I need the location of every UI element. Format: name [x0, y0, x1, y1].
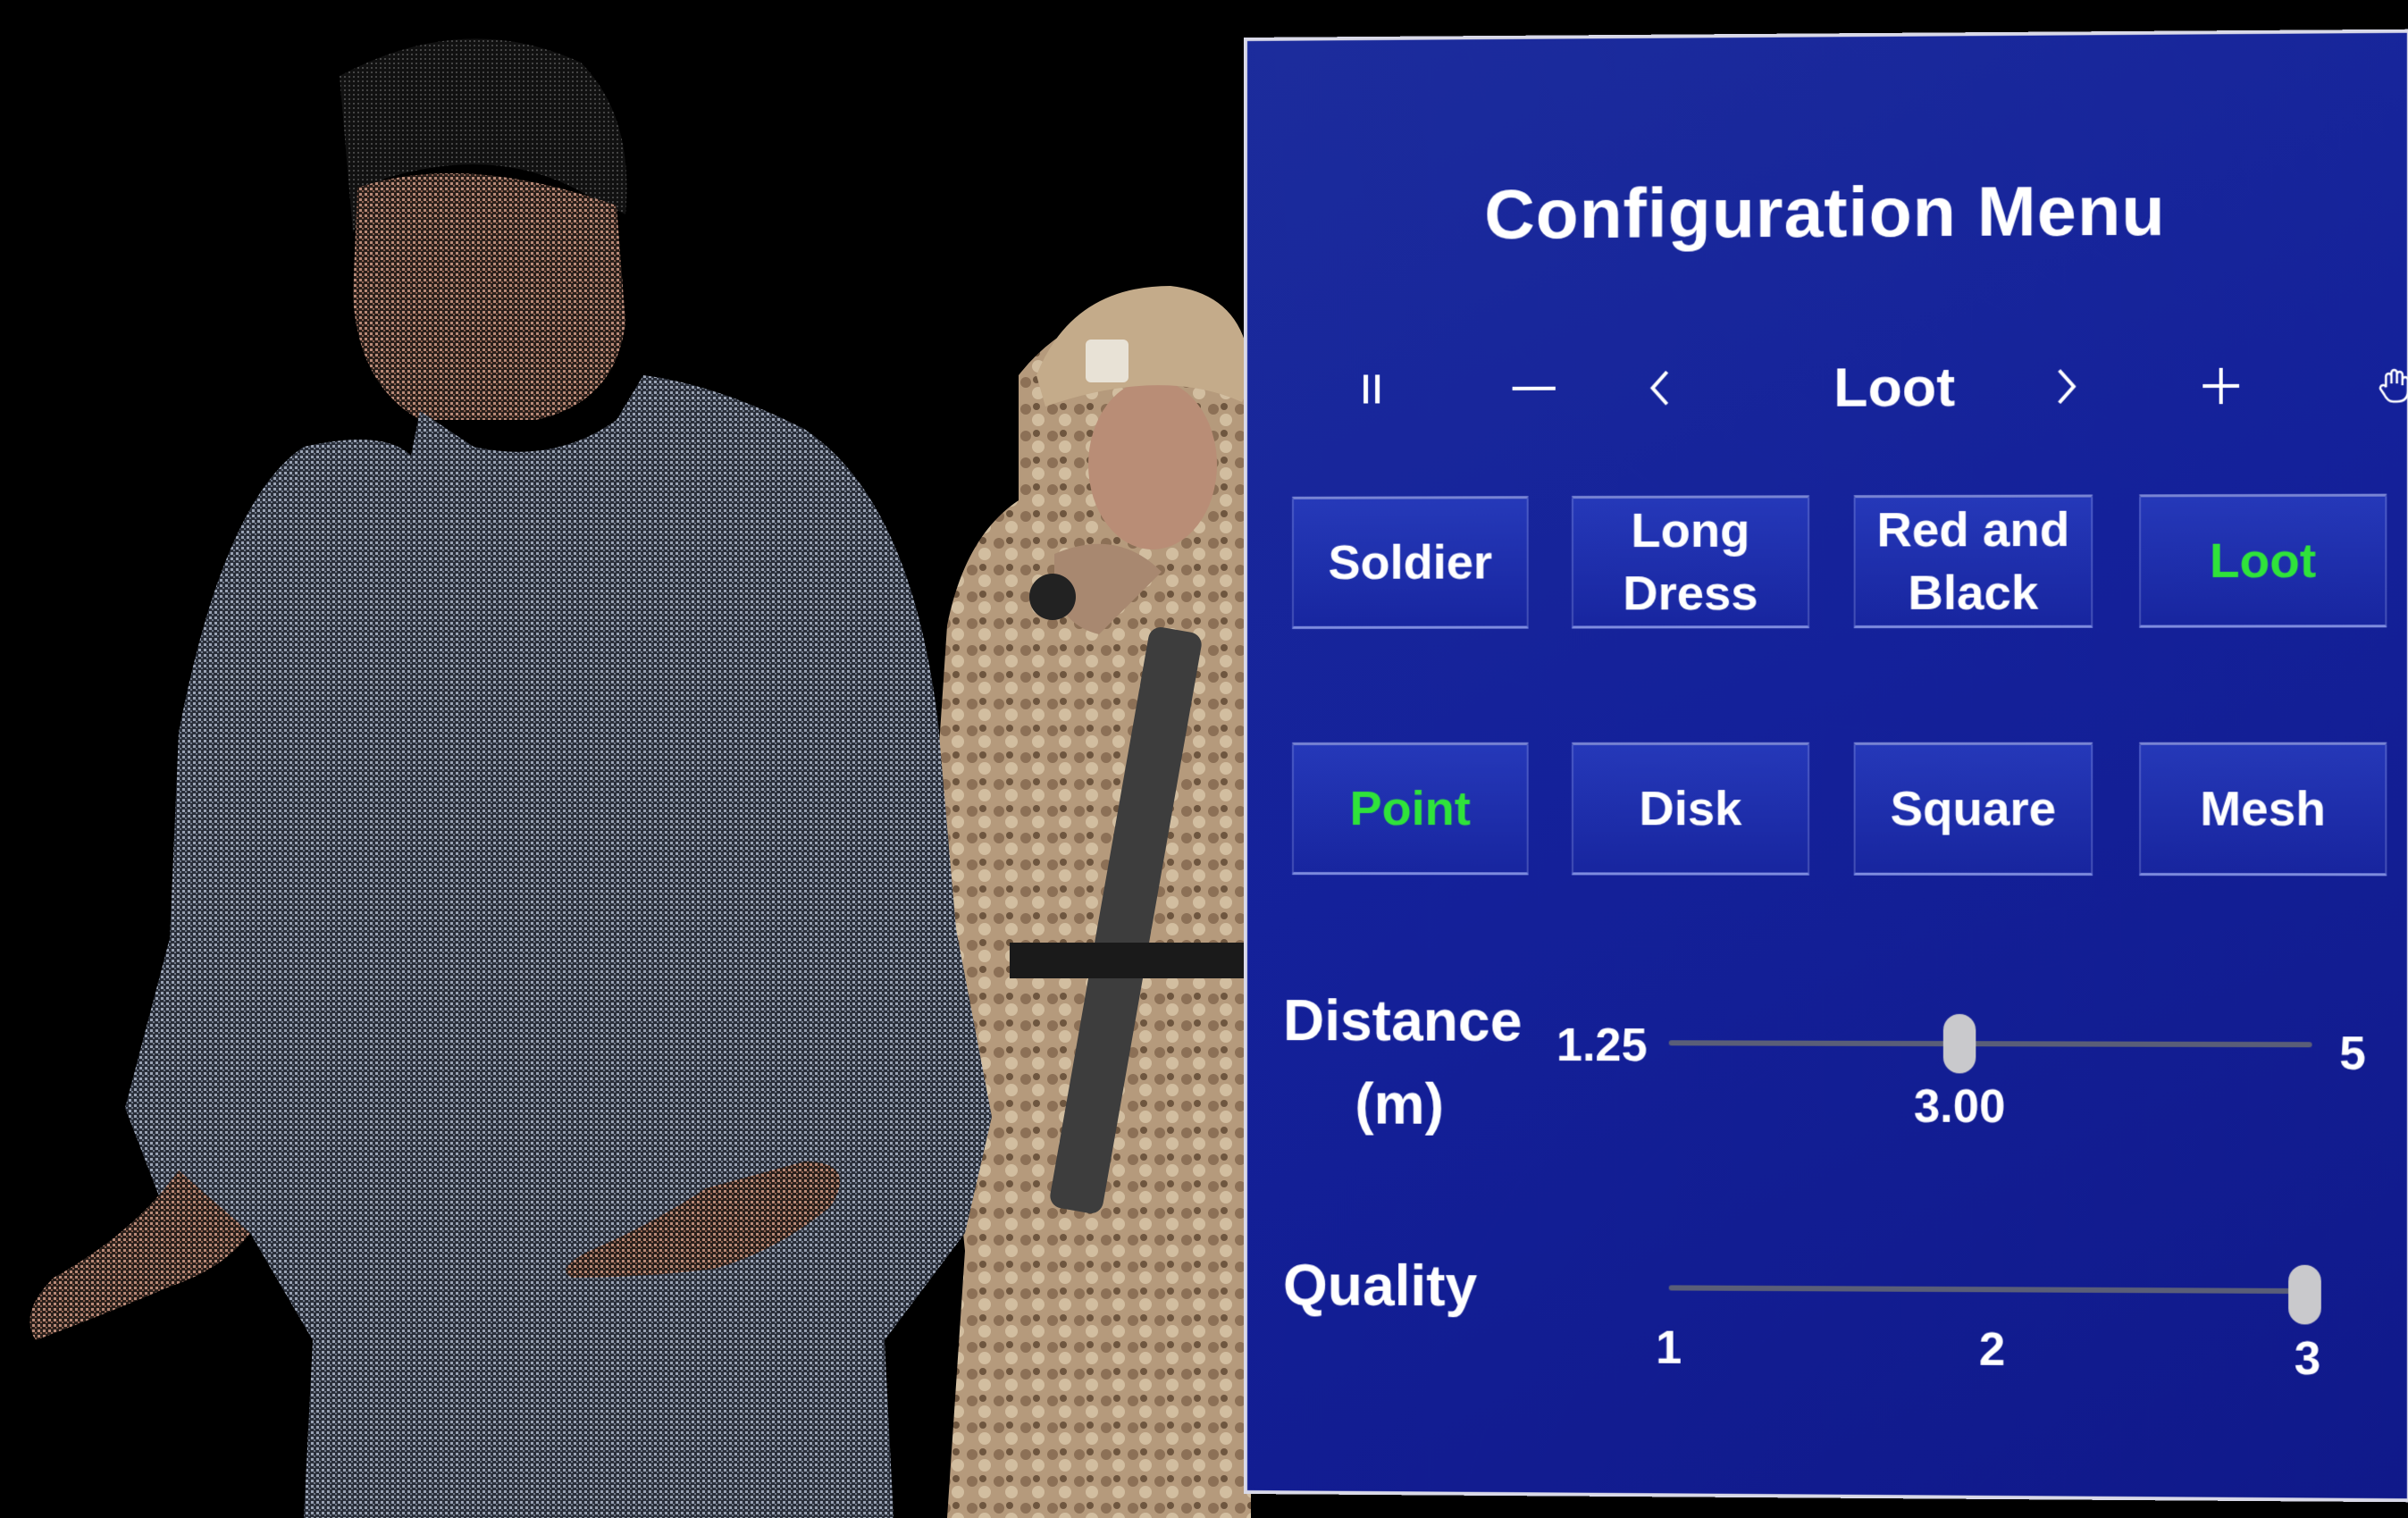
model-button-long-dress[interactable]: Long Dress [1571, 495, 1810, 629]
render-mode-button-disk[interactable]: Disk [1571, 742, 1810, 876]
render-mode-buttons-row: Point Disk Square Mesh [1291, 742, 2387, 878]
render-mode-button-mesh[interactable]: Mesh [2139, 742, 2387, 876]
model-button-red-and-black[interactable]: Red and Black [1853, 494, 2093, 629]
distance-label: Distance (m) [1282, 979, 1523, 1146]
distance-min-label: 1.25 [1556, 1019, 1648, 1072]
button-label-line2: Dress [1623, 566, 1758, 621]
panel-title: Configuration Menu [1484, 171, 2166, 254]
button-label: Mesh [2200, 782, 2326, 836]
quality-tick-label: 3 [2294, 1332, 2321, 1386]
model-buttons-row: Soldier Long Dress Red and Black Loot [1291, 493, 2387, 631]
distance-slider-track[interactable] [1668, 1040, 2312, 1048]
pause-button[interactable] [1346, 335, 1399, 442]
pause-icon [1363, 374, 1380, 404]
distance-label-line1: Distance [1282, 988, 1523, 1053]
button-label: Soldier [1328, 535, 1493, 590]
toolbar: Loot [1301, 331, 2370, 443]
button-label: Loot [2209, 533, 2317, 589]
quality-label: Quality [1282, 1253, 1478, 1319]
increase-button[interactable] [2185, 331, 2257, 440]
distance-label-line2: (m) [1355, 1071, 1445, 1136]
man-figure [29, 38, 992, 1518]
current-model-label: Loot [1833, 356, 1956, 419]
quality-tick-label: 1 [1656, 1321, 1682, 1374]
quality-tick-label: 2 [1978, 1323, 2006, 1377]
button-label-line1: Red and [1876, 502, 2070, 558]
soldier-figure [929, 286, 1251, 1518]
quality-slider-thumb[interactable] [2288, 1264, 2321, 1325]
distance-max-label: 5 [2339, 1027, 2366, 1080]
render-mode-button-square[interactable]: Square [1853, 742, 2093, 876]
distance-slider-thumb[interactable] [1942, 1013, 1976, 1074]
previous-model-button[interactable] [1632, 334, 1686, 442]
decrease-button[interactable] [1498, 334, 1570, 442]
chevron-right-icon [2056, 366, 2077, 406]
model-button-soldier[interactable]: Soldier [1291, 496, 1529, 629]
button-label-line1: Long [1631, 503, 1750, 558]
chevron-left-icon [1649, 368, 1671, 407]
button-label: Disk [1639, 781, 1742, 836]
render-mode-button-point[interactable]: Point [1291, 742, 1529, 876]
configuration-menu-panel: Configuration Menu Loot Soldier Long Dre… [1244, 29, 2408, 1503]
distance-value-label: 3.00 [1913, 1080, 2006, 1134]
point-cloud-scene [0, 0, 1251, 1518]
button-label: Point [1349, 781, 1471, 836]
scene-illustration [29, 38, 1251, 1518]
button-label: Square [1890, 782, 2057, 836]
grab-handle-button[interactable] [2367, 331, 2408, 440]
next-model-button[interactable] [2039, 332, 2093, 440]
quality-slider-track[interactable] [1668, 1285, 2312, 1295]
hand-icon [2379, 367, 2408, 404]
button-label-line2: Black [1908, 566, 2039, 620]
model-button-loot[interactable]: Loot [2139, 493, 2387, 628]
minus-icon [1512, 386, 1556, 390]
plus-icon [2202, 367, 2240, 405]
